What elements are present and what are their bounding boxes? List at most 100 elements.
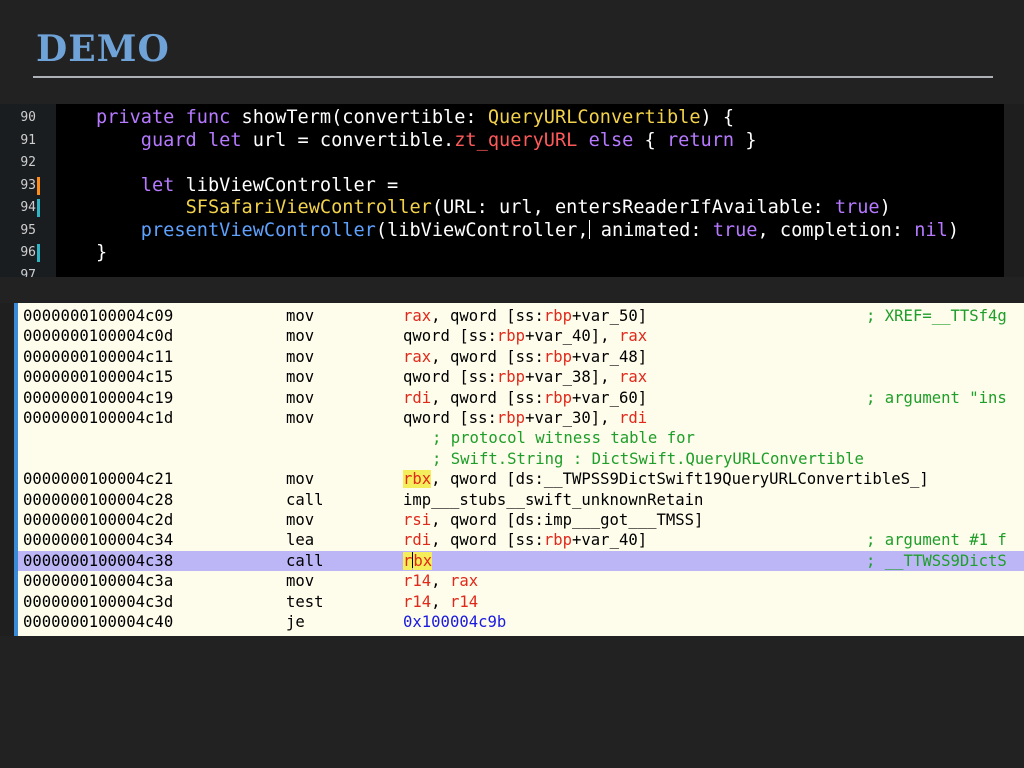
- operand-token: , qword [ss:: [431, 531, 544, 550]
- operand-token: r14: [449, 592, 479, 611]
- code-token: return: [666, 129, 735, 151]
- line-number: 93: [20, 177, 36, 193]
- title-divider: [33, 76, 993, 78]
- instruction-operands: r14, rax: [403, 571, 478, 591]
- instruction-operands: 0x100004c9b: [403, 612, 506, 632]
- slide-title: DEMO: [36, 28, 170, 70]
- code-token: (URL: url, entersReaderIfAvailable:: [431, 197, 835, 218]
- instruction-row[interactable]: 0000000100004c40 je 0x100004c9b: [18, 612, 1024, 632]
- operand-token: bx: [413, 551, 433, 570]
- instruction-row[interactable]: 0000000100004c3a mov r14, rax: [18, 571, 1024, 591]
- instruction-row[interactable]: 0000000100004c2d mov rsi, qword [ds:imp___…: [18, 510, 1024, 530]
- instruction-operands: rsi, qword [ds:imp___got___TMSS]: [403, 510, 703, 530]
- operand-token: +var_30],: [525, 409, 619, 427]
- instruction-operands: imp___stubs__swift_unknownRetain: [403, 490, 703, 510]
- operand-token: rbp: [496, 368, 526, 387]
- operand-token: +var_60]: [572, 388, 648, 407]
- operand-token: ,: [431, 572, 450, 591]
- code-line[interactable]: 92: [0, 152, 1004, 175]
- instruction-row[interactable]: 0000000100004c11 mov rax, qword [ss:rbp+va…: [18, 347, 1024, 367]
- operand-token: , qword [ss:: [431, 347, 544, 366]
- code-token: SFSafariViewController: [185, 197, 432, 218]
- instruction-row[interactable]: ; protocol witness table for: [18, 428, 1024, 448]
- instruction-mnemonic: mov: [286, 388, 315, 407]
- operand-token: rax: [403, 307, 432, 325]
- instruction-mnemonic: je: [286, 613, 305, 631]
- instruction-address: 0000000100004c19: [23, 388, 174, 407]
- code-token: }: [96, 242, 108, 263]
- operand-token: rbp: [543, 347, 573, 366]
- selected-instruction-row[interactable]: 0000000100004c38 call rbx ; __TTWSS9DictS: [18, 550, 1024, 572]
- operand-token: ,: [431, 592, 450, 611]
- operand-token: +var_50]: [572, 307, 648, 325]
- line-number: 95: [20, 222, 36, 238]
- instruction-comment: ; __TTWSS9DictS: [866, 551, 1007, 570]
- instruction-row[interactable]: 0000000100004c34 lea rdi, qword [ss:rbp+va…: [18, 530, 1024, 550]
- code-token: ) {: [700, 107, 735, 128]
- code-line[interactable]: 91 guard let url = convertible.zt_queryU…: [0, 130, 1004, 153]
- operand-token: rax: [618, 327, 648, 346]
- operand-token: qword [ss:: [403, 409, 497, 427]
- operand-token: rdi: [403, 531, 432, 550]
- instruction-comment: ; argument #1 f: [866, 531, 1007, 550]
- instruction-row[interactable]: 0000000100004c3d test r14, r14: [18, 592, 1024, 612]
- instruction-row[interactable]: 0000000100004c19 mov rdi, qword [ss:rbp+va…: [18, 388, 1024, 408]
- operand-token: rbp: [496, 327, 526, 346]
- instruction-address: 0000000100004c40: [23, 613, 174, 631]
- code-line[interactable]: 94 SFSafariViewController(URL: url, ente…: [0, 197, 1004, 220]
- instruction-mnemonic: call: [286, 551, 324, 570]
- operand-token: r14: [403, 592, 432, 611]
- instruction-row[interactable]: ; Swift.String : DictSwift.QueryURLConve…: [18, 449, 1024, 469]
- line-number: 91: [20, 132, 36, 148]
- code-token: let: [140, 174, 186, 196]
- code-editor-panel[interactable]: 90 private func showTerm(convertible: Que…: [0, 104, 1024, 277]
- change-marker: [37, 244, 40, 262]
- instruction-row[interactable]: 0000000100004c15 mov qword [ss:rbp+var_38]…: [18, 367, 1024, 387]
- instruction-row[interactable]: 0000000100004c28 call imp___stubs__swift_u…: [18, 490, 1024, 510]
- code-token: zt_queryURL: [454, 129, 578, 151]
- instruction-mnemonic: mov: [286, 347, 315, 366]
- operand-token: qword [ss:: [403, 327, 497, 346]
- line-number: 92: [20, 155, 36, 170]
- instruction-comment: ; XREF=__TTSf4g: [866, 307, 1007, 325]
- instruction-row[interactable]: 0000000100004c09 mov rax, qword [ss:rbp+va…: [18, 306, 1024, 326]
- code-token: guard: [140, 129, 208, 151]
- instruction-address: 0000000100004c2d: [23, 511, 174, 529]
- instruction-operands: rbx: [403, 551, 433, 571]
- instruction-address: 0000000100004c38: [23, 551, 174, 570]
- code-line[interactable]: 95 presentViewController(libViewControll…: [0, 219, 1004, 243]
- instruction-address: 0000000100004c3d: [23, 592, 174, 611]
- disassembly-margin: [0, 303, 14, 636]
- editor-scrollbar[interactable]: [1004, 104, 1024, 277]
- disassembly-panel[interactable]: 0000000100004c09 mov rax, qword [ss:rbp+va…: [0, 303, 1024, 636]
- instruction-address: 0000000100004c15: [23, 368, 174, 387]
- instruction-row[interactable]: 0000000100004c0d mov qword [ss:rbp+var_40]…: [18, 326, 1024, 346]
- code-token: , completion:: [757, 219, 915, 241]
- code-line[interactable]: 90 private func showTerm(convertible: Que…: [0, 107, 1004, 130]
- code-token: showTerm(convertible:: [241, 107, 488, 128]
- change-marker: [37, 176, 40, 195]
- code-text: let libViewController =: [96, 175, 398, 198]
- instruction-mnemonic: lea: [286, 531, 315, 550]
- operand-token: , qword [ss:: [431, 388, 544, 407]
- operand-token: +var_40],: [525, 327, 619, 346]
- code-token: url = convertible.: [252, 129, 455, 151]
- instruction-mnemonic: mov: [286, 511, 315, 529]
- operand-token: rbp: [543, 307, 573, 325]
- code-line[interactable]: 93 let libViewController =: [0, 175, 1004, 198]
- instruction-operands: rax, qword [ss:rbp+var_48]: [403, 347, 647, 367]
- instruction-address: 0000000100004c0d: [23, 327, 174, 346]
- instruction-address: 0000000100004c34: [23, 531, 174, 550]
- code-line[interactable]: 97: [0, 265, 1004, 278]
- operand-token: rbp: [543, 388, 573, 407]
- instruction-address: 0000000100004c28: [23, 490, 174, 509]
- code-line[interactable]: 96}: [0, 242, 1004, 265]
- instruction-row[interactable]: 0000000100004c21 mov rbx, qword [ds:__TWPS…: [18, 469, 1024, 489]
- instruction-row[interactable]: 0000000100004c1d mov qword [ss:rbp+var_30]…: [18, 408, 1024, 428]
- instruction-address: 0000000100004c09: [23, 307, 174, 325]
- code-token: nil: [914, 219, 948, 241]
- code-text: SFSafariViewController(URL: url, entersR…: [96, 197, 891, 220]
